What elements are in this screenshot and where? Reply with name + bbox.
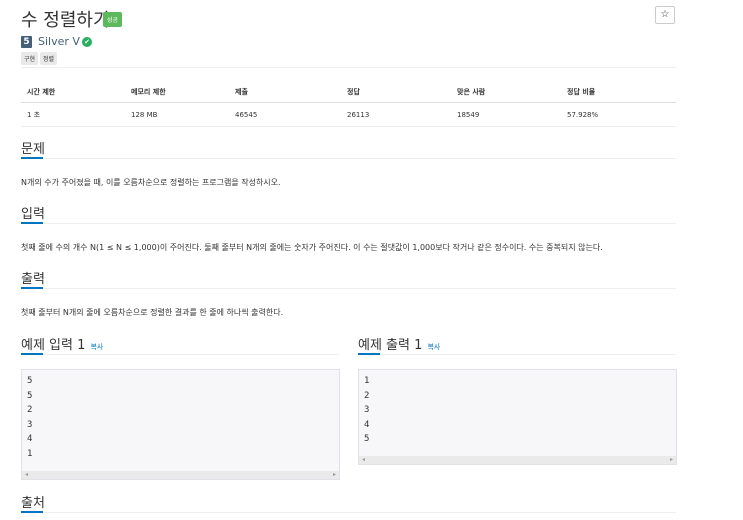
sample-line: 1 — [27, 448, 33, 459]
divider — [380, 354, 676, 355]
scroll-right-icon[interactable]: ▸ — [333, 471, 336, 478]
result-badge: 성공 — [103, 12, 123, 27]
sample-input-box[interactable]: 5 5 2 3 4 1 ◂ ▸ — [21, 369, 340, 480]
table-header: 제출 — [229, 82, 341, 103]
table-header: 정답 — [341, 82, 451, 103]
star-icon: ☆ — [660, 9, 670, 20]
divider — [43, 223, 676, 224]
copy-input-link[interactable]: 복사 — [90, 343, 103, 351]
sample-output-box[interactable]: 1 2 3 4 5 ◂ ▸ — [358, 369, 677, 465]
sample-input-heading: 예제 입력 1 — [21, 338, 86, 353]
scroll-right-icon[interactable]: ▸ — [670, 456, 673, 463]
tag-implementation[interactable]: 구현 — [21, 52, 39, 65]
input-description: 첫째 줄에 수의 개수 N(1 ≤ N ≤ 1,000)이 주어진다. 둘째 줄… — [21, 243, 603, 252]
problem-description: N개의 수가 주어졌을 때, 이를 오름차순으로 정렬하는 프로그램을 작성하시… — [21, 178, 281, 187]
divider — [43, 288, 676, 289]
table-cell: 128 MB — [125, 102, 229, 127]
sample-output-content: 1 2 3 4 5 — [364, 374, 369, 447]
sample-line: 2 — [364, 390, 370, 401]
sample-line: 4 — [27, 434, 33, 444]
scroll-left-icon[interactable]: ◂ — [362, 456, 365, 463]
divider — [43, 354, 339, 355]
sample-line: 3 — [364, 405, 370, 415]
table-cell: 26113 — [341, 102, 451, 127]
heading-underline — [21, 222, 43, 224]
table-cell: 46545 — [229, 102, 341, 127]
sample-output-heading: 예제 출력 1 — [358, 338, 423, 353]
output-heading: 출력 — [21, 272, 45, 287]
heading-underline — [21, 511, 43, 513]
table-row: 1 초 128 MB 46545 26113 18549 57.928% — [21, 102, 676, 127]
table-header: 시간 제한 — [21, 82, 125, 103]
problem-heading: 문제 — [21, 142, 45, 157]
sample-input-content: 5 5 2 3 4 1 — [27, 374, 32, 461]
input-heading: 입력 — [21, 207, 45, 222]
sample-line: 2 — [27, 405, 33, 415]
sample-line: 5 — [27, 376, 33, 386]
problem-title: 수 정렬하기 — [21, 10, 110, 31]
sample-line: 3 — [27, 419, 33, 430]
scroll-left-icon[interactable]: ◂ — [25, 471, 28, 478]
table-cell: 57.928% — [561, 102, 676, 127]
check-icon: ✔ — [82, 37, 92, 47]
heading-underline — [21, 287, 43, 289]
heading-underline — [21, 157, 43, 159]
table-header: 메모리 제한 — [125, 82, 229, 103]
source-heading: 출처 — [21, 496, 45, 511]
table-header-row: 시간 제한 메모리 제한 제출 정답 맞은 사람 정답 비율 — [21, 82, 676, 103]
tier-label[interactable]: Silver V — [38, 35, 80, 48]
sample-input-header: 예제 입력 1 복사 — [21, 334, 103, 353]
table-header: 정답 비율 — [561, 82, 676, 103]
divider — [21, 67, 676, 68]
table-cell: 1 초 — [21, 102, 125, 127]
sample-output-header: 예제 출력 1 복사 — [358, 334, 440, 353]
table-cell: 18549 — [451, 102, 561, 127]
divider — [43, 512, 676, 513]
tag-sorting[interactable]: 정렬 — [40, 52, 58, 65]
horizontal-scrollbar[interactable]: ◂ ▸ — [22, 471, 339, 479]
output-description: 첫째 줄부터 N개의 줄에 오름차순으로 정렬한 결과를 한 줄에 하나씩 출력… — [21, 308, 284, 317]
divider — [43, 158, 676, 159]
star-button[interactable]: ☆ — [655, 6, 675, 24]
horizontal-scrollbar[interactable]: ◂ ▸ — [359, 456, 676, 464]
table-header: 맞은 사람 — [451, 82, 561, 103]
heading-underline — [358, 353, 380, 355]
copy-output-link[interactable]: 복사 — [427, 343, 440, 351]
sample-line: 5 — [364, 434, 370, 444]
sample-line: 4 — [364, 419, 370, 430]
tier-icon: 5 — [21, 36, 32, 48]
heading-underline — [21, 353, 43, 355]
sample-line: 5 — [27, 390, 33, 401]
sample-line: 1 — [364, 376, 370, 386]
problem-info-table: 시간 제한 메모리 제한 제출 정답 맞은 사람 정답 비율 1 초 128 M… — [21, 82, 676, 127]
